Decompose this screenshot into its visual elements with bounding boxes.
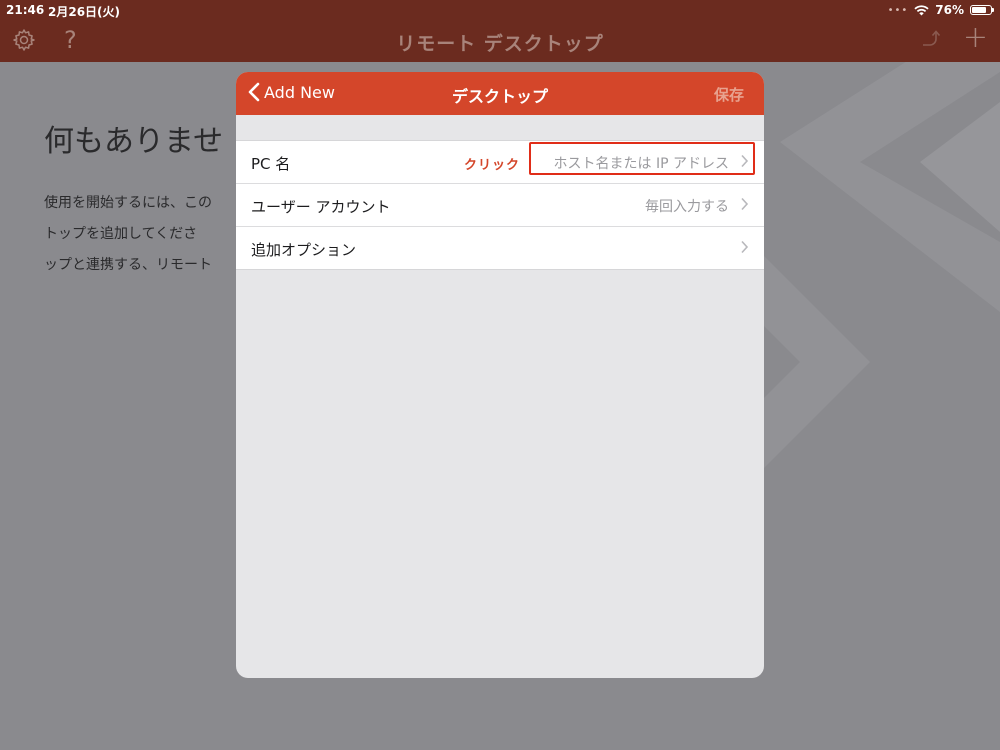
- settings-list: PC 名 クリック ホスト名または IP アドレス ユーザー アカウント 毎回入…: [236, 140, 764, 270]
- add-desktop-modal: Add New デスクトップ 保存 PC 名 クリック ホスト名または IP ア…: [236, 72, 764, 678]
- pc-name-value[interactable]: ホスト名または IP アドレス: [554, 153, 729, 173]
- empty-state-line: 使用を開始するには、この: [44, 195, 212, 211]
- chevron-right-icon: [741, 197, 749, 211]
- multitasking-dots-icon: •••: [887, 4, 909, 16]
- user-account-value: 毎回入力する: [645, 199, 729, 215]
- empty-state-line: トップを追加してくださ: [44, 226, 198, 242]
- additional-options-row[interactable]: 追加オプション: [236, 227, 764, 269]
- user-account-row[interactable]: ユーザー アカウント 毎回入力する: [236, 184, 764, 227]
- status-date: 2月26日(火): [48, 5, 121, 19]
- add-icon[interactable]: +: [963, 20, 988, 55]
- page-title: リモート デスクトップ: [396, 33, 604, 55]
- additional-options-label: 追加オプション: [251, 241, 357, 259]
- pc-name-label: PC 名: [251, 155, 291, 173]
- refresh-icon[interactable]: [918, 26, 942, 52]
- click-annotation: クリック: [464, 158, 521, 173]
- battery-percent: 76%: [935, 3, 964, 17]
- battery-icon: [970, 5, 994, 15]
- status-time: 21:46: [6, 3, 45, 17]
- pc-name-row[interactable]: PC 名 クリック ホスト名または IP アドレス: [236, 141, 764, 184]
- save-button[interactable]: 保存: [714, 84, 744, 105]
- chevron-right-icon: [741, 154, 749, 168]
- empty-state-heading: 何もありませ: [44, 124, 224, 159]
- modal-title: デスクトップ: [451, 87, 548, 106]
- empty-state-line: ップと連携する、リモート: [44, 257, 212, 273]
- app-navbar: ? リモート デスクトップ +: [0, 20, 1000, 62]
- modal-header: Add New デスクトップ 保存: [236, 72, 764, 115]
- user-account-label: ユーザー アカウント: [251, 198, 391, 216]
- empty-state-text: 使用を開始するには、この トップを追加してくださ ップと連携する、リモート: [44, 188, 212, 281]
- status-bar: 21:46 2月26日(火) ••• 76%: [0, 0, 1000, 20]
- status-indicators: ••• 76%: [887, 3, 994, 17]
- wifi-icon: [914, 4, 929, 15]
- chevron-right-icon: [741, 240, 749, 254]
